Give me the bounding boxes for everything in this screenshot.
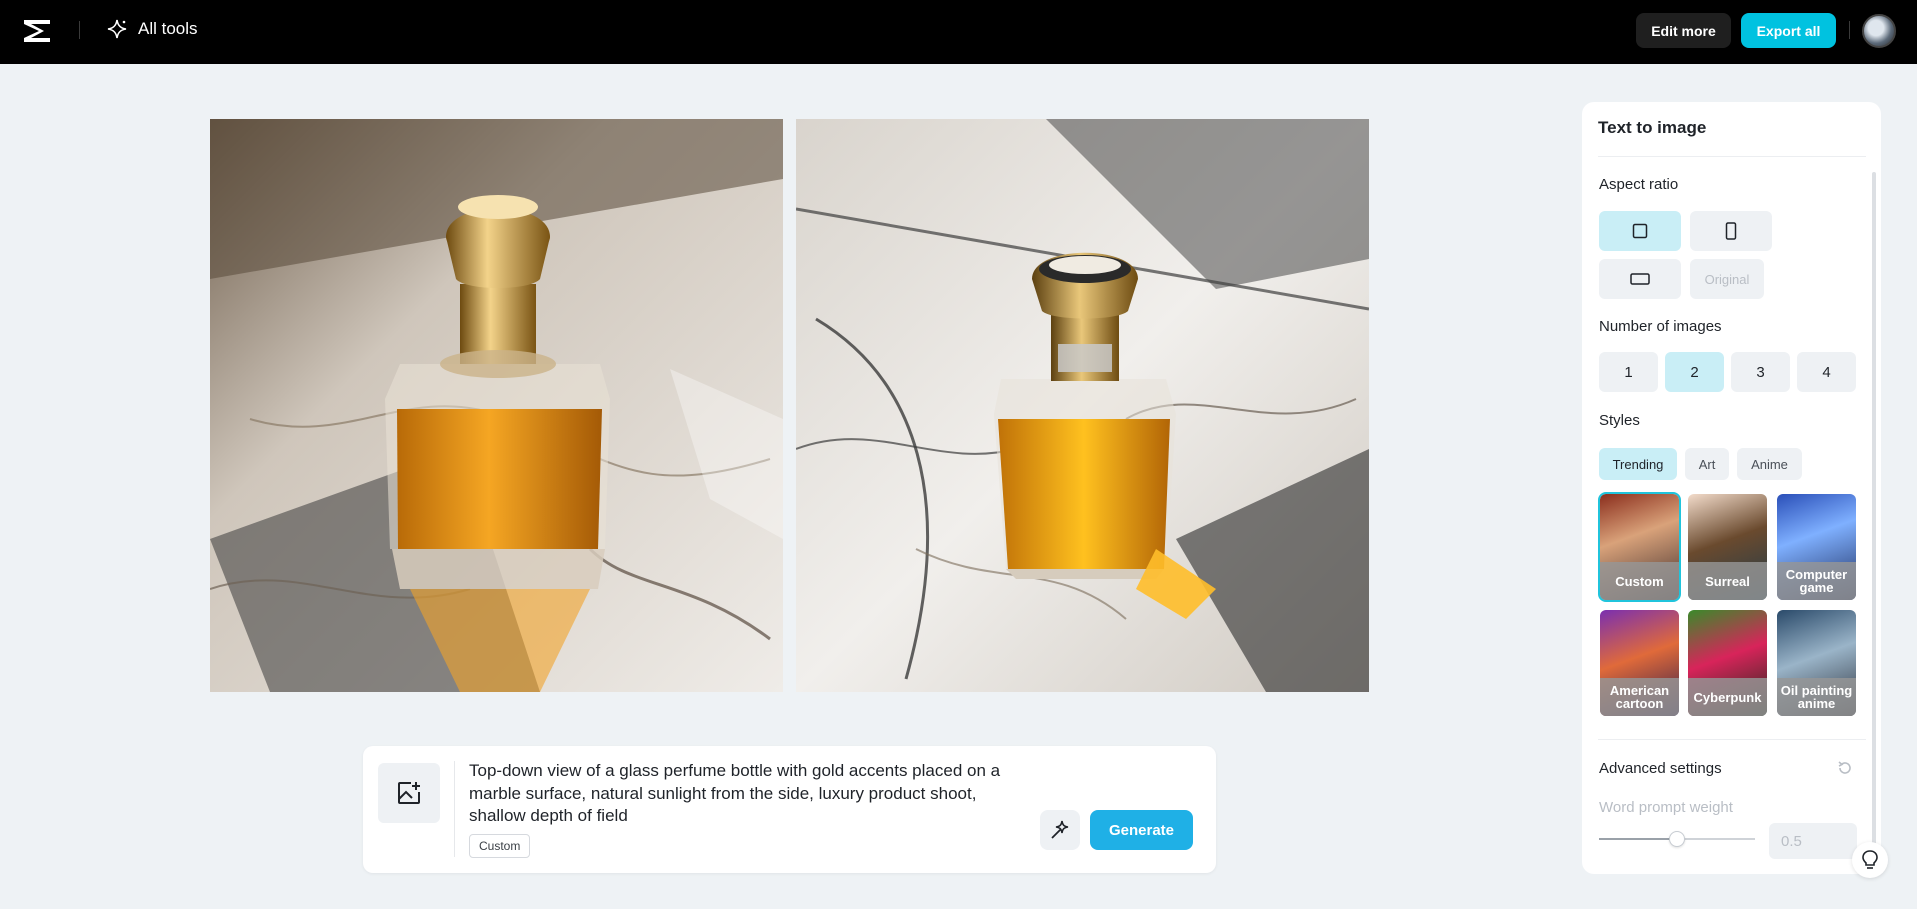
aspect-ratio-square-button[interactable] (1599, 211, 1681, 251)
style-tile-cyberpunk[interactable]: Cyberpunk (1688, 610, 1767, 716)
avatar[interactable] (1862, 14, 1896, 48)
generate-button[interactable]: Generate (1090, 810, 1193, 850)
slider-handle[interactable] (1669, 831, 1685, 847)
generated-image-1[interactable] (210, 119, 783, 692)
style-tag[interactable]: Custom (469, 834, 531, 858)
capcut-logo-icon[interactable] (22, 18, 52, 44)
tips-button[interactable] (1852, 842, 1888, 878)
all-tools-label: All tools (138, 19, 198, 38)
num-images-1-button[interactable]: 1 (1599, 352, 1658, 392)
style-tile-oil-painting-anime[interactable]: Oil painting anime (1777, 610, 1856, 716)
style-tile-label: Custom (1600, 562, 1679, 600)
generated-image-2[interactable] (796, 119, 1369, 692)
landscape-icon (1630, 273, 1650, 285)
num-images-3-button[interactable]: 3 (1731, 352, 1790, 392)
aspect-ratio-portrait-button[interactable] (1690, 211, 1772, 251)
aspect-ratio-landscape-button[interactable] (1599, 259, 1681, 299)
divider (1849, 21, 1850, 39)
prompt-input[interactable]: Top-down view of a glass perfume bottle … (469, 760, 1029, 828)
panel-title: Text to image (1598, 118, 1707, 137)
slider-fill (1599, 838, 1677, 840)
divider (1598, 156, 1866, 157)
panel-scrollbar[interactable] (1872, 172, 1876, 852)
magic-wand-icon (1051, 820, 1069, 839)
divider (1598, 739, 1866, 740)
divider (454, 761, 455, 857)
perfume-bottle-image (796, 119, 1369, 692)
num-images-2-button[interactable]: 2 (1665, 352, 1724, 392)
reset-icon[interactable] (1836, 759, 1854, 777)
style-tile-label: Surreal (1688, 562, 1767, 600)
aspect-ratio-label: Aspect ratio (1599, 176, 1679, 193)
tab-art[interactable]: Art (1685, 448, 1729, 480)
square-icon (1632, 223, 1648, 239)
num-images-4-button[interactable]: 4 (1797, 352, 1856, 392)
style-tile-custom[interactable]: Custom (1598, 492, 1681, 602)
advanced-settings-label: Advanced settings (1599, 760, 1722, 777)
word-prompt-weight-label: Word prompt weight (1599, 799, 1733, 816)
top-bar: All tools Edit more Export all (0, 0, 1917, 64)
portrait-icon (1725, 222, 1737, 240)
all-tools-button[interactable]: All tools (106, 18, 198, 40)
tab-trending[interactable]: Trending (1599, 448, 1677, 480)
style-tile-label: American cartoon (1600, 678, 1679, 716)
text-to-image-panel: Text to image Aspect ratio Original Numb… (1582, 102, 1881, 874)
divider (79, 21, 80, 39)
aspect-ratio-original-button: Original (1690, 259, 1764, 299)
tab-anime[interactable]: Anime (1737, 448, 1802, 480)
style-tile-american-cartoon[interactable]: American cartoon (1600, 610, 1679, 716)
sparkle-icon (107, 19, 127, 39)
number-of-images-label: Number of images (1599, 318, 1722, 335)
lightbulb-icon (1862, 850, 1878, 869)
magic-wand-button[interactable] (1040, 810, 1080, 850)
style-tile-computer-game[interactable]: Computer game (1777, 494, 1856, 600)
perfume-bottle-image (210, 119, 783, 692)
prompt-box: Top-down view of a glass perfume bottle … (363, 746, 1216, 873)
style-tile-label: Oil painting anime (1777, 678, 1856, 716)
add-image-icon (398, 782, 420, 804)
add-image-button[interactable] (378, 763, 440, 823)
edit-more-button[interactable]: Edit more (1636, 13, 1731, 48)
style-tile-label: Computer game (1777, 562, 1856, 600)
styles-label: Styles (1599, 412, 1640, 429)
word-prompt-weight-input[interactable]: 0.5 (1769, 823, 1857, 859)
style-tile-label: Cyberpunk (1688, 678, 1767, 716)
export-all-button[interactable]: Export all (1741, 13, 1836, 48)
style-tile-surreal[interactable]: Surreal (1688, 494, 1767, 600)
